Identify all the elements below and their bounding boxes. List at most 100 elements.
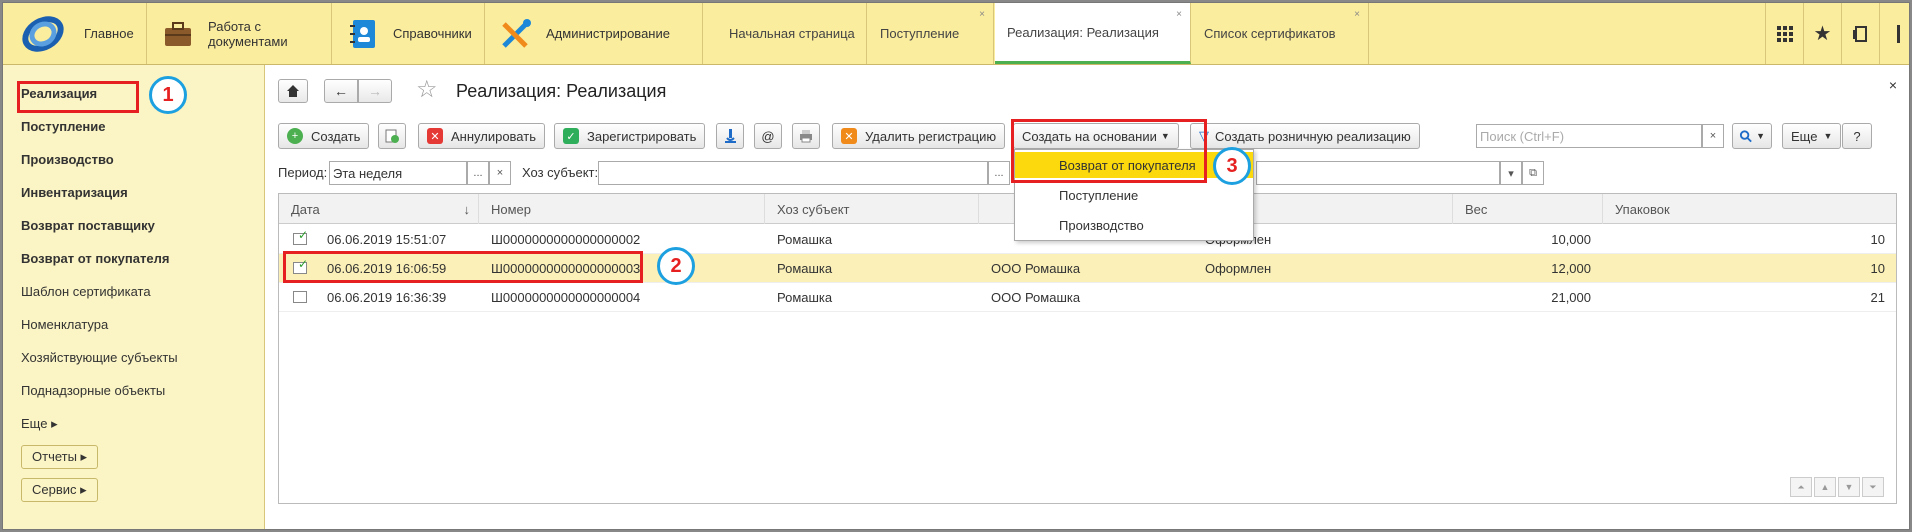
sidebar-item-cert-template[interactable]: Шаблон сертификата xyxy=(21,284,151,299)
column-date[interactable]: Дата ↓ xyxy=(279,194,479,224)
annul-button[interactable]: ✕ Аннулировать xyxy=(418,123,545,149)
counterparty-input[interactable] xyxy=(1256,161,1500,185)
menu-item-production[interactable]: Производство xyxy=(1015,212,1253,238)
cell-subject: Ромашка xyxy=(777,232,833,247)
tab-receipt[interactable]: Поступление × xyxy=(868,3,994,64)
dropdown-arrow-icon: ▼ xyxy=(1160,131,1170,141)
sidebar-item-supervised[interactable]: Поднадзорные объекты xyxy=(21,383,165,398)
search-clear-icon[interactable]: × xyxy=(1702,124,1724,148)
sidebar-item-customer-return[interactable]: Возврат от покупателя xyxy=(21,251,169,266)
subject-select-button[interactable]: ... xyxy=(988,161,1010,185)
button-label: Еще xyxy=(1791,128,1818,144)
top-bar: Главное Работа с документами Справочники… xyxy=(3,3,1909,65)
arrow-left-icon: ← xyxy=(334,83,348,99)
sidebar-item-production[interactable]: Производство xyxy=(21,152,114,167)
scroll-bottom-icon[interactable]: ⏷ xyxy=(1862,477,1884,497)
home-button[interactable] xyxy=(278,79,308,103)
sidebar-item-receipt[interactable]: Поступление xyxy=(21,119,106,134)
section-catalogs[interactable]: Справочники xyxy=(333,3,485,64)
tab-certificates[interactable]: Список сертификатов × xyxy=(1192,3,1369,64)
column-number[interactable]: Номер xyxy=(479,194,765,224)
dropdown-arrow-icon: ▼ xyxy=(1823,131,1833,141)
sidebar-item-nomenclature[interactable]: Номенклатура xyxy=(21,317,108,332)
menu-item-receipt[interactable]: Поступление xyxy=(1015,182,1253,208)
reports-button[interactable]: Отчеты ▸ xyxy=(21,445,99,469)
tab-sales[interactable]: Реализация: Реализация × xyxy=(995,3,1191,64)
apps-grid-icon[interactable] xyxy=(1765,3,1803,64)
period-select-button[interactable]: ... xyxy=(467,161,489,185)
home-section[interactable]: Главное xyxy=(3,3,147,64)
sidebar-item-inventory[interactable]: Инвентаризация xyxy=(21,185,128,200)
cell-counterparty: ООО Ромашка xyxy=(991,261,1081,276)
forward-button[interactable]: → xyxy=(358,79,392,103)
shield-orange-icon: ✕ xyxy=(841,128,857,144)
create-button[interactable]: + Создать xyxy=(278,123,370,149)
period-label: Период: xyxy=(278,165,328,180)
sidebar-item-more[interactable]: Еще ▸ xyxy=(21,416,58,432)
search-input[interactable]: Поиск (Ctrl+F) xyxy=(1476,124,1702,148)
tab-close-icon[interactable]: × xyxy=(979,9,985,20)
sidebar-item-sales[interactable]: Реализация xyxy=(21,86,97,101)
tab-start-page[interactable]: Начальная страница xyxy=(717,3,867,64)
close-form-icon[interactable]: × xyxy=(1889,77,1897,93)
table-row[interactable]: 06.06.2019 16:36:39 Ш0000000000000000004… xyxy=(279,283,1896,312)
more-button[interactable]: Еще ▼ xyxy=(1782,123,1842,149)
tab-label: Поступление xyxy=(880,26,960,41)
favorite-star-icon[interactable]: ☆ xyxy=(416,75,438,104)
cell-packs: 21 xyxy=(1870,290,1885,305)
cell-weight: 21,000 xyxy=(1551,290,1591,305)
create-retail-button[interactable]: ▽ Создать розничную реализацию xyxy=(1190,123,1420,149)
menu-icon[interactable] xyxy=(1879,3,1909,64)
button-label: Создать розничную реализацию xyxy=(1215,128,1411,144)
app-window: Главное Работа с документами Справочники… xyxy=(2,2,1910,530)
register-button[interactable]: ✓ Зарегистрировать xyxy=(554,123,706,149)
delete-registration-button[interactable]: ✕ Удалить регистрацию xyxy=(832,123,1006,149)
section-label: Справочники xyxy=(393,26,472,41)
counterparty-dropdown-icon[interactable]: ▾ xyxy=(1500,161,1522,185)
scroll-down-icon[interactable]: ▼ xyxy=(1838,477,1860,497)
favorites-star-icon[interactable]: ★ xyxy=(1803,3,1841,64)
annotation-badge-1: 1 xyxy=(149,76,187,114)
period-clear-icon[interactable]: × xyxy=(489,161,511,185)
tab-close-icon[interactable]: × xyxy=(1354,9,1360,20)
section-documents[interactable]: Работа с документами xyxy=(148,3,332,64)
dropdown-arrow-icon: ▼ xyxy=(1756,131,1765,141)
period-input[interactable]: Эта неделя xyxy=(329,161,467,185)
column-weight[interactable]: Вес xyxy=(1453,194,1603,224)
scroll-top-icon[interactable]: ⏶ xyxy=(1790,477,1812,497)
cell-subject: Ромашка xyxy=(777,290,833,305)
create-based-on-button[interactable]: Создать на основании ▼ xyxy=(1013,123,1179,149)
print-button[interactable] xyxy=(792,123,820,149)
column-packs[interactable]: Упаковок xyxy=(1603,194,1897,224)
help-button[interactable]: ? xyxy=(1842,123,1872,149)
button-label: Аннулировать xyxy=(451,128,536,144)
page-title: Реализация: Реализация xyxy=(456,81,667,101)
table-scroll-controls: ⏶ ▲ ▼ ⏷ xyxy=(1790,477,1884,497)
section-admin[interactable]: Администрирование xyxy=(486,3,703,64)
sidebar-item-supplier-return[interactable]: Возврат поставщику xyxy=(21,218,155,233)
sidebar-item-entities[interactable]: Хозяйствующие субъекты xyxy=(21,350,178,365)
email-button[interactable]: @ xyxy=(754,123,782,149)
annotation-badge-2: 2 xyxy=(657,247,695,285)
column-subject[interactable]: Хоз субъект xyxy=(765,194,979,224)
annotation-badge-3: 3 xyxy=(1213,147,1251,185)
service-button[interactable]: Сервис ▸ xyxy=(21,478,98,502)
table-row-selected[interactable]: 06.06.2019 16:06:59 Ш0000000000000000003… xyxy=(279,254,1896,283)
briefcase-icon xyxy=(160,16,196,52)
subject-input[interactable] xyxy=(598,161,988,185)
cell-weight: 12,000 xyxy=(1551,261,1591,276)
tab-close-icon[interactable]: × xyxy=(1176,9,1182,20)
app-logo-icon xyxy=(15,8,71,59)
scroll-up-icon[interactable]: ▲ xyxy=(1814,477,1836,497)
cell-date: 06.06.2019 16:06:59 xyxy=(327,261,447,276)
microscope-button[interactable] xyxy=(716,123,744,149)
history-icon[interactable] xyxy=(1841,3,1879,64)
copy-button[interactable] xyxy=(378,123,406,149)
tools-icon xyxy=(498,16,534,52)
back-button[interactable]: ← xyxy=(324,79,358,103)
search-button[interactable]: ▼ xyxy=(1732,123,1772,149)
open-icon[interactable]: ⧉ xyxy=(1522,161,1544,185)
posted-document-icon xyxy=(293,228,308,245)
column-label: Дата xyxy=(291,201,320,217)
arrow-right-icon: → xyxy=(368,83,382,99)
